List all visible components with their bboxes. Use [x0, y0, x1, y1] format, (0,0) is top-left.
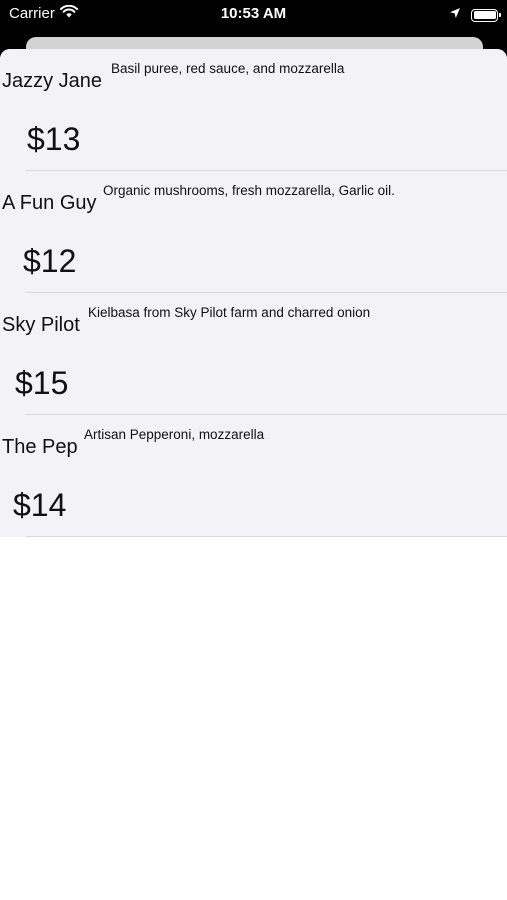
- pizza-price: $12: [23, 243, 77, 279]
- location-icon: [449, 6, 461, 24]
- pizza-description: Organic mushrooms, fresh mozzarella, Gar…: [103, 183, 395, 198]
- status-bar: Carrier 10:53 AM: [0, 0, 507, 30]
- pizza-description: Artisan Pepperoni, mozzarella: [84, 427, 265, 442]
- pizza-name: A Fun Guy: [2, 192, 97, 214]
- pizza-description: Kielbasa from Sky Pilot farm and charred…: [88, 305, 371, 320]
- menu-sheet: Jazzy Jane Basil puree, red sauce, and m…: [0, 49, 507, 900]
- pizza-name: The Pep: [2, 436, 78, 458]
- pizza-price: $13: [27, 121, 81, 157]
- pizza-name: Sky Pilot: [2, 314, 80, 336]
- battery-icon: [471, 8, 501, 22]
- menu-list: Jazzy Jane Basil puree, red sauce, and m…: [0, 49, 507, 537]
- menu-item[interactable]: Sky Pilot Kielbasa from Sky Pilot farm a…: [0, 293, 507, 415]
- menu-item[interactable]: The Pep Artisan Pepperoni, mozzarella $1…: [0, 415, 507, 537]
- pizza-name: Jazzy Jane: [2, 70, 103, 92]
- row-separator: [26, 536, 507, 537]
- pizza-price: $15: [15, 365, 69, 401]
- menu-item[interactable]: A Fun Guy Organic mushrooms, fresh mozza…: [0, 171, 507, 293]
- status-time: 10:53 AM: [220, 5, 287, 22]
- pizza-description: Basil puree, red sauce, and mozzarella: [111, 61, 345, 76]
- menu-item[interactable]: Jazzy Jane Basil puree, red sauce, and m…: [0, 49, 507, 171]
- pizza-price: $14: [13, 487, 67, 523]
- battery-level: [473, 11, 496, 19]
